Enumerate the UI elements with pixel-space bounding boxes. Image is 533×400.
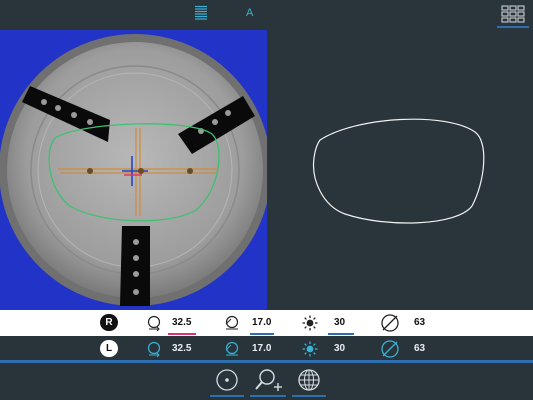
lens-height-icon [225,341,239,356]
zoom-add-underline [250,395,286,397]
lens-holder-image [0,34,267,306]
frame-shape-outline [312,118,485,224]
lens-offset-icon [147,315,161,331]
right-offset-underline [168,333,196,335]
lens-camera-view[interactable] [0,30,267,310]
globe-grid-button[interactable] [294,367,324,393]
left-diameter-value: 63 [414,343,426,354]
brightness-icon [302,315,318,331]
right-brightness-value: 30 [334,317,346,328]
right-height-underline [250,333,274,335]
diameter-icon [381,314,399,332]
left-lens-row: L 32.5 17.0 30 63 [0,336,533,362]
lens-height-icon [225,315,239,330]
lens-offset-icon [147,341,161,357]
center-target-icon [216,369,238,391]
globe-grid-icon [298,369,320,391]
bottom-toolbar [0,363,533,400]
list-lines-icon [195,5,207,20]
grid-view-button[interactable] [500,5,526,25]
grid-view-underline [497,26,529,28]
zoom-add-button[interactable] [252,367,284,393]
left-eye-badge[interactable]: L [100,340,118,357]
right-diameter-value: 63 [414,317,426,328]
center-target-underline [210,395,244,397]
right-lens-row: R 32.5 17.0 30 63 [0,310,533,336]
right-height-value: 17.0 [252,317,272,328]
frame-shape-view [267,30,533,310]
top-toolbar: A [0,0,533,30]
center-target-button[interactable] [212,367,242,393]
globe-grid-underline [292,395,326,397]
right-offset-value: 32.5 [172,317,192,328]
zoom-add-icon [255,369,282,391]
right-brightness-underline [328,333,354,335]
left-brightness-value: 30 [334,343,346,354]
right-eye-badge[interactable]: R [100,314,118,331]
left-offset-value: 32.5 [172,343,192,354]
brightness-icon [302,341,318,357]
grid-icon [501,5,525,23]
mode-letter-button[interactable]: A [246,7,258,21]
list-view-button[interactable] [194,5,208,21]
left-height-value: 17.0 [252,343,272,354]
diameter-icon [381,340,399,358]
